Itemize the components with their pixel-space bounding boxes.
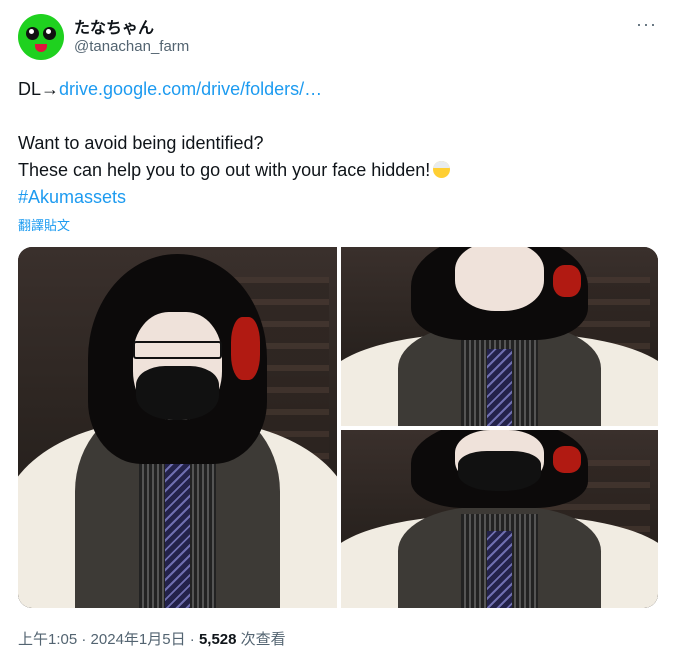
media-grid	[18, 247, 658, 608]
media-image-1[interactable]	[18, 247, 337, 608]
download-prefix: DL→	[18, 79, 60, 99]
views-count: 5,528	[198, 631, 237, 648]
tweet-download-line: DL→drive.google.com/drive/folders/…	[18, 77, 322, 101]
media-image-3[interactable]	[341, 430, 658, 608]
avatar-left-eye	[26, 27, 39, 40]
face-with-bandage-emoji-icon	[433, 161, 451, 178]
author-display-name[interactable]: たなちゃん	[74, 14, 154, 38]
tweet-time[interactable]: 上午1:05	[18, 631, 77, 648]
author-handle[interactable]: @tanachan_farm	[74, 38, 189, 55]
translate-post-link[interactable]: 翻譯貼文	[18, 215, 70, 234]
tweet-date[interactable]: 2024年1月5日	[91, 631, 186, 648]
media-image-2[interactable]	[341, 247, 658, 426]
tweet-meta: 上午1:05 · 2024年1月5日 · 5,528 次查看	[18, 628, 286, 649]
tweet-line-1: Want to avoid being identified?	[18, 133, 264, 153]
drive-link[interactable]: drive.google.com/drive/folders/…	[59, 79, 322, 99]
meta-separator: ·	[81, 631, 87, 648]
avatar-right-eye	[43, 27, 56, 40]
author-avatar[interactable]	[18, 14, 64, 60]
tweet-line-2: These can help you to go out with your f…	[18, 158, 451, 182]
avatar-mouth	[35, 44, 47, 52]
hashtag-link[interactable]: #Akumassets	[18, 185, 126, 209]
views-label: 次查看	[240, 631, 286, 648]
more-horizontal-icon[interactable]: ···	[636, 14, 657, 35]
meta-separator-2: ·	[189, 631, 195, 648]
tweet-line-2-text: These can help you to go out with your f…	[18, 160, 431, 180]
